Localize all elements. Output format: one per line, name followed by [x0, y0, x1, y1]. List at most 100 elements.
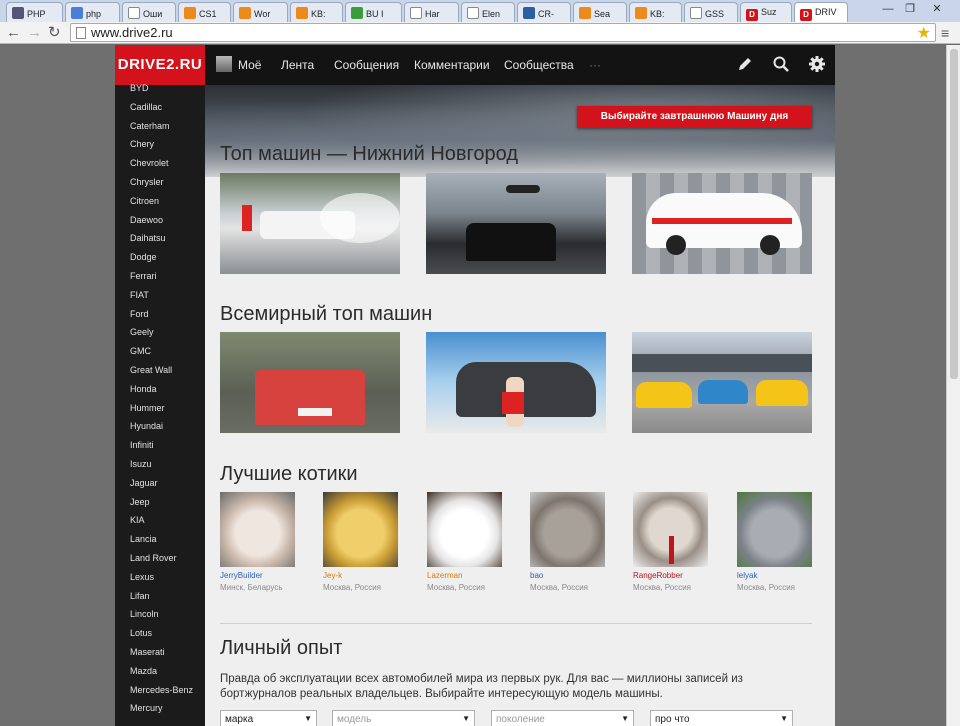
cat-owner-location: Минск, Беларусь [220, 583, 283, 592]
scrollbar-thumb[interactable] [950, 49, 958, 379]
sidebar-item-brand[interactable]: Chery [130, 139, 154, 149]
sidebar-item-brand[interactable]: KIA [130, 515, 145, 525]
sidebar-item-brand[interactable]: Lexus [130, 572, 154, 582]
sidebar-item-brand[interactable]: Ford [130, 309, 149, 319]
cat-owner-name[interactable]: RangeRobber [633, 571, 683, 580]
sidebar-item-brand[interactable]: Hyundai [130, 421, 163, 431]
cat-photo-5[interactable] [633, 492, 708, 567]
pencil-icon[interactable] [736, 55, 754, 73]
browser-tab[interactable]: D DRIV [794, 2, 848, 23]
nav-my[interactable]: Моё [238, 58, 261, 72]
browser-tab[interactable]: D Suz [740, 2, 792, 22]
browser-tab[interactable]: Sea [573, 2, 627, 22]
sidebar-item-brand[interactable]: Maserati [130, 647, 165, 657]
filter-topic[interactable]: про что ▼ [650, 710, 793, 726]
maximize-icon[interactable]: ❐ [900, 0, 920, 18]
close-window-icon[interactable]: ✕ [922, 0, 952, 18]
sidebar-item-brand[interactable]: Daewoo [130, 215, 163, 225]
sidebar-item-brand[interactable]: Chevrolet [130, 158, 169, 168]
browser-tab[interactable]: CS1 [178, 2, 231, 22]
filter-make[interactable]: марка ▼ [220, 710, 317, 726]
url-field[interactable]: www.drive2.ru ★ [70, 23, 936, 42]
sidebar-item-brand[interactable]: Lincoln [130, 609, 159, 619]
sidebar-item-brand[interactable]: BYD [130, 83, 149, 93]
car-photo-mazda[interactable] [632, 173, 812, 274]
cat-photo-1[interactable] [220, 492, 295, 567]
browser-tab[interactable]: KB: [290, 2, 343, 22]
php-icon [12, 7, 24, 19]
car-photo-yellow-cars[interactable] [632, 332, 812, 433]
cat-owner-name[interactable]: Jey-k [323, 571, 342, 580]
reload-icon[interactable]: ↻ [48, 24, 61, 42]
sidebar-item-brand[interactable]: Cadillac [130, 102, 162, 112]
sidebar-item-brand[interactable]: Caterham [130, 121, 170, 131]
scrollbar[interactable] [946, 45, 960, 726]
sidebar-item-brand[interactable]: Daihatsu [130, 233, 166, 243]
browser-tab[interactable]: PHP [6, 2, 63, 22]
sidebar-item-brand[interactable]: Geely [130, 327, 154, 337]
sidebar-item-brand[interactable]: Dodge [130, 252, 157, 262]
filter-model[interactable]: модель ▼ [332, 710, 475, 726]
sidebar-item-brand[interactable]: GMC [130, 346, 151, 356]
search-icon[interactable] [772, 55, 790, 73]
sidebar-item-brand[interactable]: Honda [130, 384, 157, 394]
cat-photo-2[interactable] [323, 492, 398, 567]
sidebar-item-brand[interactable]: Ferrari [130, 271, 157, 281]
site-header: DRIVE2.RU Моё Лента Сообщения Комментари… [115, 45, 835, 85]
minimize-icon[interactable]: — [878, 0, 898, 18]
orange-icon [579, 7, 591, 19]
cat-photo-6[interactable] [737, 492, 812, 567]
nav-messages[interactable]: Сообщения [334, 58, 399, 72]
browser-tab[interactable]: php [65, 2, 120, 22]
cat-photo-4[interactable] [530, 492, 605, 567]
car-photo-helicopter[interactable] [426, 173, 606, 274]
browser-tab[interactable]: CR- [517, 2, 571, 22]
bookmark-star-icon[interactable]: ★ [917, 23, 931, 43]
browser-tab[interactable]: BU I [345, 2, 402, 22]
sidebar-item-brand[interactable]: Land Rover [130, 553, 177, 563]
sidebar-item-brand[interactable]: Hummer [130, 403, 165, 413]
browser-tab[interactable]: Elen [461, 2, 515, 22]
sidebar-item-brand[interactable]: Citroen [130, 196, 159, 206]
site-logo[interactable]: DRIVE2.RU [115, 45, 205, 85]
sidebar-item-brand[interactable]: Lancia [130, 534, 157, 544]
cat-owner-name[interactable]: lelyak [737, 571, 757, 580]
cat-owner-name[interactable]: JerryBuilder [220, 571, 263, 580]
nav-comments[interactable]: Комментарии [414, 58, 490, 72]
browser-tab[interactable]: KB: [629, 2, 682, 22]
sidebar-item-brand[interactable]: Chrysler [130, 177, 164, 187]
sidebar-item-brand[interactable]: Infiniti [130, 440, 154, 450]
browser-menu-icon[interactable]: ≡ [941, 25, 949, 41]
gear-icon[interactable] [808, 55, 826, 73]
cat-owner-name[interactable]: bao [530, 571, 543, 580]
nav-feed[interactable]: Лента [281, 58, 314, 72]
sidebar-item-brand[interactable]: Mercedes-Benz [130, 685, 193, 695]
sidebar-item-brand[interactable]: Jeep [130, 497, 150, 507]
car-of-day-button[interactable]: Выбирайте завтрашнюю Машину дня [577, 106, 812, 128]
browser-tab[interactable]: Оши [122, 2, 176, 22]
browser-tab[interactable]: GSS [684, 2, 738, 22]
sidebar-item-brand[interactable]: Lotus [130, 628, 152, 638]
car-photo-lada[interactable] [220, 332, 400, 433]
sidebar-item-brand[interactable]: Great Wall [130, 365, 172, 375]
car-photo-drift[interactable] [220, 173, 400, 274]
browser-tab[interactable]: Wor [233, 2, 288, 22]
filter-generation[interactable]: поколение ▼ [491, 710, 634, 726]
sidebar-item-brand[interactable]: FIAT [130, 290, 149, 300]
back-icon[interactable]: ← [6, 24, 21, 42]
browser-tab[interactable]: Har [404, 2, 459, 22]
sidebar-item-brand[interactable]: Lifan [130, 591, 150, 601]
sidebar-item-brand[interactable]: Mercury [130, 703, 163, 713]
sidebar-item-brand[interactable]: Mazda [130, 666, 157, 676]
brand-sidebar: BYD Cadillac Caterham Chery Chevrolet Chrysle… [115, 83, 205, 726]
car-photo-infiniti[interactable] [426, 332, 606, 433]
sidebar-item-brand[interactable]: Isuzu [130, 459, 152, 469]
cat-photo-3[interactable] [427, 492, 502, 567]
nav-communities[interactable]: Сообщества [504, 58, 574, 72]
section-divider [220, 623, 812, 624]
nav-more[interactable]: ··· [589, 58, 601, 72]
forward-icon[interactable]: → [27, 24, 42, 42]
sidebar-item-brand[interactable]: Jaguar [130, 478, 158, 488]
cat-owner-name[interactable]: Lazerman [427, 571, 463, 580]
avatar[interactable] [216, 56, 232, 72]
